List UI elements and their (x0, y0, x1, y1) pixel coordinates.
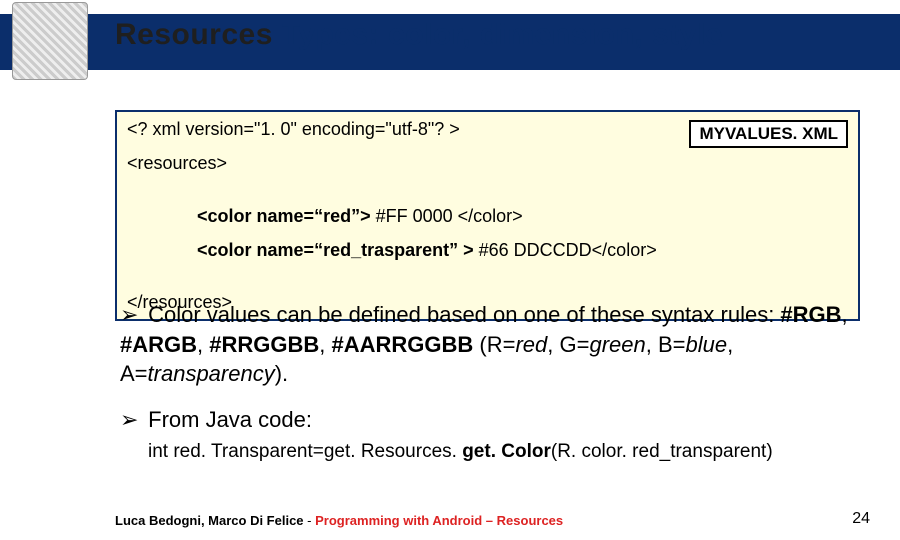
footer: Luca Bedogni, Marco Di Felice - Programm… (115, 513, 875, 528)
footer-course-b: Resources (497, 513, 563, 528)
slide-title: Resources Types: color, dimension, style (115, 18, 723, 52)
title-part-plain: Resources (115, 18, 282, 51)
syntax-rgb: #RGB (780, 302, 841, 327)
syntax-rrggbb: #RRGGBB (209, 332, 319, 357)
t: (R= (473, 332, 515, 357)
color-value: #FF 0000 </color> (376, 206, 523, 226)
legend-red: red (515, 332, 547, 357)
bullet-list: ➢ Color values can be defined based on o… (120, 300, 860, 480)
java-part: (R. color. red_transparent) (551, 441, 773, 462)
color-attr: name=“red”> (257, 206, 376, 226)
spacer (117, 267, 858, 285)
bullet-from-java: ➢ From Java code: int red. Transparent=g… (120, 405, 860, 464)
legend-green: green (589, 332, 645, 357)
arrow-icon: ➢ (120, 300, 142, 330)
java-snippet: int red. Transparent=get. Resources. get… (148, 439, 860, 465)
title-part-colored: Types: color, dimension, style (282, 18, 723, 51)
color-attr: name=“red_trasparent” > (257, 240, 479, 260)
t: , G= (547, 332, 589, 357)
bullet-color-syntax: ➢ Color values can be defined based on o… (120, 300, 860, 389)
syntax-aarrggbb: #AARRGGBB (332, 332, 474, 357)
footer-course-sep: – (482, 513, 496, 528)
arrow-icon: ➢ (120, 405, 142, 435)
bullet-text: From Java code: (148, 407, 312, 432)
syntax-argb: #ARGB (120, 332, 197, 357)
java-method-bold: get. Color (462, 441, 551, 462)
t: , B= (646, 332, 686, 357)
spacer (117, 181, 858, 199)
color-open-bold: <color (197, 206, 257, 226)
legend-blue: blue (686, 332, 728, 357)
t: ). (275, 361, 288, 386)
bullet-text: Color values can be defined based on one… (148, 302, 780, 327)
java-part: int red. Transparent=get. Resources. (148, 441, 462, 462)
color-open-bold: <color (197, 240, 257, 260)
footer-dash: - (304, 513, 316, 528)
xml-code-box: MYVALUES. XML <? xml version="1. 0" enco… (115, 110, 860, 321)
page-number: 24 (852, 510, 870, 528)
resources-open-tag: <resources> (117, 146, 858, 180)
color-value: #66 DDCCDD</color> (479, 240, 657, 260)
footer-authors: Luca Bedogni, Marco Di Felice (115, 513, 304, 528)
university-seal-logo (12, 2, 88, 80)
color-element-2: <color name=“red_trasparent” > #66 DDCCD… (117, 233, 858, 267)
file-name-tag: MYVALUES. XML (689, 120, 848, 148)
color-element-1: <color name=“red”> #FF 0000 </color> (117, 199, 858, 233)
legend-alpha: transparency (148, 361, 275, 386)
footer-course-a: Programming with Android (315, 513, 482, 528)
